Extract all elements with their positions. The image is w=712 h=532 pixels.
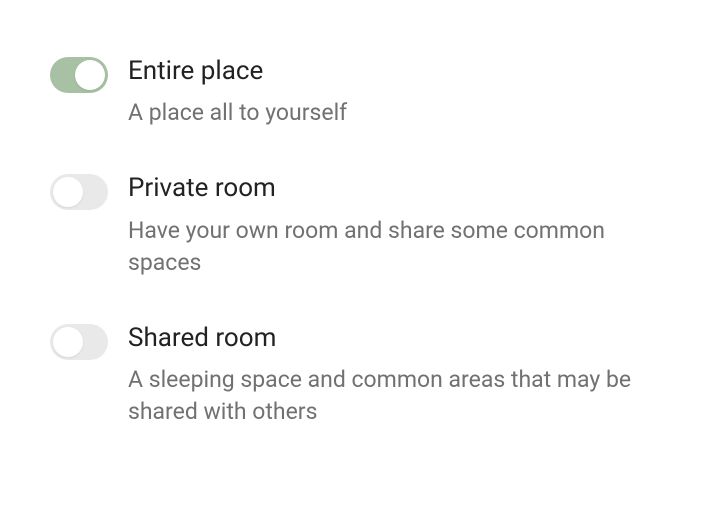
toggle-knob-icon xyxy=(75,60,105,90)
option-text-entire-place: Entire place A place all to yourself xyxy=(128,56,662,129)
toggle-entire-place[interactable] xyxy=(50,57,108,93)
option-entire-place: Entire place A place all to yourself xyxy=(50,56,662,129)
place-type-options: Entire place A place all to yourself Pri… xyxy=(50,56,662,429)
toggle-private-room[interactable] xyxy=(50,174,108,210)
toggle-knob-icon xyxy=(53,327,83,357)
option-shared-room: Shared room A sleeping space and common … xyxy=(50,323,662,429)
option-text-shared-room: Shared room A sleeping space and common … xyxy=(128,323,662,429)
option-title-entire-place: Entire place xyxy=(128,56,662,87)
toggle-shared-room[interactable] xyxy=(50,324,108,360)
option-text-private-room: Private room Have your own room and shar… xyxy=(128,173,662,279)
option-desc-private-room: Have your own room and share some common… xyxy=(128,215,648,279)
toggle-knob-icon xyxy=(53,177,83,207)
option-title-shared-room: Shared room xyxy=(128,323,662,354)
option-private-room: Private room Have your own room and shar… xyxy=(50,173,662,279)
option-title-private-room: Private room xyxy=(128,173,662,204)
option-desc-shared-room: A sleeping space and common areas that m… xyxy=(128,364,648,428)
option-desc-entire-place: A place all to yourself xyxy=(128,97,648,129)
